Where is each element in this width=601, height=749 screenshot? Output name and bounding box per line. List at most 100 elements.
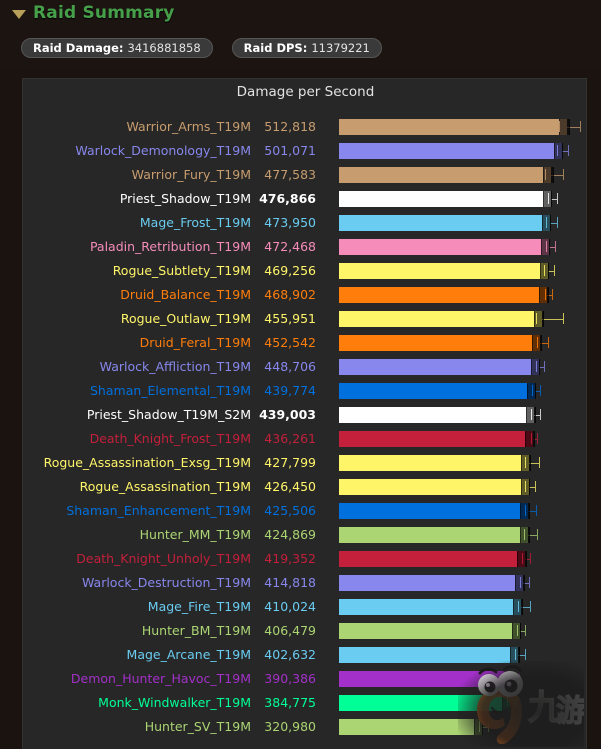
dps-bar[interactable] <box>339 455 530 471</box>
boxplot-median <box>507 697 509 708</box>
boxplot-median <box>535 313 537 324</box>
dps-bar[interactable] <box>339 575 524 591</box>
dps-row-value: 472,468 <box>264 239 316 254</box>
dps-bar[interactable] <box>339 191 552 207</box>
raid-summary-header[interactable]: Raid Summary <box>12 3 175 23</box>
dps-row[interactable]: Rogue_Subtlety_T19M 469,256 <box>23 259 586 283</box>
dps-bar-rows: Warrior_Arms_T19M 512,818 Warlock_Demonolo… <box>23 115 586 739</box>
dps-bar-plot <box>339 623 586 639</box>
triangle-down-icon[interactable] <box>12 10 26 19</box>
boxplot-median <box>545 241 547 252</box>
dps-row[interactable]: Death_Knight_Unholy_T19M 419,352 <box>23 547 586 571</box>
boxplot-whisker-cap <box>539 385 541 396</box>
dps-bar[interactable] <box>339 335 541 351</box>
dps-bar-plot <box>339 311 586 327</box>
dps-row-value: 469,256 <box>264 263 316 278</box>
dps-row[interactable]: Druid_Balance_T19M 468,902 <box>23 283 586 307</box>
dps-bar[interactable] <box>339 503 529 519</box>
dps-bar[interactable] <box>339 551 526 567</box>
dps-bar-plot <box>339 695 586 711</box>
boxplot-whisker-cap <box>552 289 554 300</box>
dps-row[interactable]: Shaman_Elemental_T19M 439,774 <box>23 379 586 403</box>
dps-row-value: 410,024 <box>264 599 316 614</box>
dps-bar[interactable] <box>339 479 529 495</box>
boxplot-whisker-cap <box>519 673 521 684</box>
dps-row[interactable]: Rogue_Outlaw_T19M 455,951 <box>23 307 586 331</box>
dps-bar[interactable] <box>339 527 528 543</box>
dps-row-label: Priest_Shadow_T19M_S2M <box>86 407 251 422</box>
dps-row[interactable]: Rogue_Assassination_Exsg_T19M 427,799 <box>23 451 586 475</box>
dps-row-value: 414,818 <box>264 575 316 590</box>
dps-row-label: Hunter_MM_T19M <box>139 527 251 542</box>
boxplot-whisker-cap <box>544 361 546 372</box>
dps-bar-plot <box>339 503 586 519</box>
dps-bar[interactable] <box>339 167 552 183</box>
dps-row-label: Rogue_Assassination_Exsg_T19M <box>43 455 251 470</box>
boxplot-whisker-cap <box>555 241 557 252</box>
dps-bar[interactable] <box>339 239 550 255</box>
dps-bar-plot <box>339 239 586 255</box>
dps-row[interactable]: Priest_Shadow_T19M_S2M 439,003 <box>23 403 586 427</box>
dps-bar[interactable] <box>339 119 568 135</box>
dps-row-value: 406,479 <box>264 623 316 638</box>
dps-row[interactable]: Priest_Shadow_T19M 476,866 <box>23 187 586 211</box>
dps-row[interactable]: Hunter_MM_T19M 424,869 <box>23 523 586 547</box>
dps-row[interactable]: Warlock_Affliction_T19M 448,706 <box>23 355 586 379</box>
boxplot-whisker-cap <box>554 265 556 276</box>
dps-bar[interactable] <box>339 383 535 399</box>
dps-bar[interactable] <box>339 311 542 327</box>
dps-row[interactable]: Demon_Hunter_Havoc_T19M 390,386 <box>23 667 586 691</box>
dps-bar[interactable] <box>339 359 539 375</box>
dps-row[interactable]: Shaman_Enhancement_T19M 425,506 <box>23 499 586 523</box>
chart-title: Damage per Second <box>236 84 375 100</box>
dps-bar[interactable] <box>339 647 519 663</box>
dps-bar-plot <box>339 119 586 135</box>
dps-row-label: Warlock_Affliction_T19M <box>99 359 251 374</box>
dps-bar[interactable] <box>339 695 511 711</box>
dps-row[interactable]: Mage_Fire_T19M 410,024 <box>23 595 586 619</box>
dps-bar[interactable] <box>339 599 522 615</box>
raid-damage-label: Raid Damage: <box>33 41 124 55</box>
boxplot-median <box>545 169 547 180</box>
boxplot-median <box>537 337 539 348</box>
dps-row[interactable]: Warlock_Destruction_T19M 414,818 <box>23 571 586 595</box>
raid-damage-badge[interactable]: Raid Damage: 3416881858 <box>21 38 213 58</box>
dps-row-value: 468,902 <box>264 287 316 302</box>
dps-row-label: Hunter_BM_T19M <box>141 623 251 638</box>
raid-damage-value: 3416881858 <box>127 41 201 55</box>
boxplot-whisker-cap <box>567 145 569 156</box>
boxplot-whisker-cap <box>530 601 532 612</box>
boxplot-whisker-cap <box>487 721 489 732</box>
dps-bar[interactable] <box>339 431 533 447</box>
dps-row[interactable]: Hunter_SV_T19M 320,980 <box>23 715 586 739</box>
dps-row-label: Shaman_Enhancement_T19M <box>66 503 251 518</box>
boxplot-median <box>530 433 532 444</box>
dps-bar-plot <box>339 383 586 399</box>
dps-bar[interactable] <box>339 671 513 687</box>
boxplot-median <box>523 529 525 540</box>
dps-row[interactable]: Warrior_Fury_T19M 477,583 <box>23 163 586 187</box>
dps-bar-plot <box>339 143 586 159</box>
dps-bar[interactable] <box>339 719 482 735</box>
dps-row[interactable]: Monk_Windwalker_T19M 384,775 <box>23 691 586 715</box>
dps-row[interactable]: Death_Knight_Frost_T19M 436,261 <box>23 427 586 451</box>
boxplot-median <box>522 553 524 564</box>
boxplot-whisker-cap <box>562 313 564 324</box>
dps-row[interactable]: Hunter_BM_T19M 406,479 <box>23 619 586 643</box>
raid-dps-badge[interactable]: Raid DPS: 11379221 <box>231 38 382 58</box>
dps-row[interactable]: Paladin_Retribution_T19M 472,468 <box>23 235 586 259</box>
dps-bar[interactable] <box>339 623 520 639</box>
dps-row[interactable]: Rogue_Assassination_T19M 426,450 <box>23 475 586 499</box>
dps-row[interactable]: Mage_Frost_T19M 473,950 <box>23 211 586 235</box>
dps-bar[interactable] <box>339 215 550 231</box>
dps-bar[interactable] <box>339 287 548 303</box>
dps-bar[interactable] <box>339 143 562 159</box>
dps-bar[interactable] <box>339 407 535 423</box>
dps-row-label: Druid_Feral_T19M <box>139 335 251 350</box>
dps-row[interactable]: Warlock_Demonology_T19M 501,071 <box>23 139 586 163</box>
dps-row[interactable]: Warrior_Arms_T19M 512,818 <box>23 115 586 139</box>
boxplot-whisker-cap <box>530 553 532 564</box>
dps-bar[interactable] <box>339 263 548 279</box>
dps-row[interactable]: Druid_Feral_T19M 452,542 <box>23 331 586 355</box>
dps-row[interactable]: Mage_Arcane_T19M 402,632 <box>23 643 586 667</box>
